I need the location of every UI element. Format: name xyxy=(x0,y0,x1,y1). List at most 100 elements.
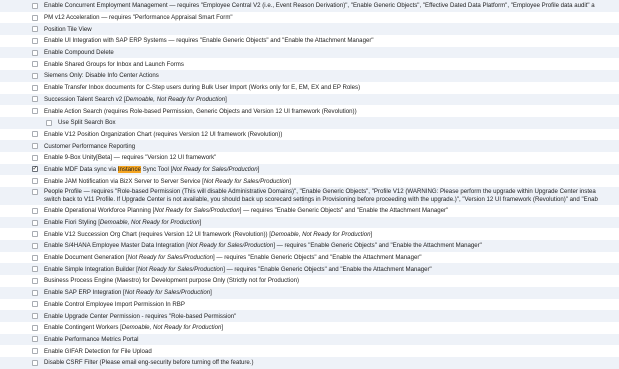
feature-label-line: Enable Upgrade Center Permission - requi… xyxy=(44,313,236,320)
feature-row: Enable JAM Notification via BizX Server … xyxy=(0,175,619,187)
feature-row: Enable Control Employee Import Permissio… xyxy=(0,299,619,311)
feature-checkbox[interactable] xyxy=(32,219,38,226)
feature-row: Enable GIFAR Detection for File Upload xyxy=(0,345,619,357)
feature-checkbox[interactable] xyxy=(32,72,38,79)
feature-label: Disable CSRF Filter (Please email eng-se… xyxy=(44,359,254,366)
feature-checkbox[interactable] xyxy=(46,119,52,126)
feature-label: Enable Contingent Workers [Demoable, Not… xyxy=(44,324,223,331)
feature-label-segment: Enable Shared Groups for Inbox and Launc… xyxy=(44,60,184,68)
feature-label-segment: ] — requires "Enable Generic Objects" an… xyxy=(213,254,422,262)
feature-label-line: Disable CSRF Filter (Please email eng-se… xyxy=(44,359,254,366)
feature-label-segment: ] — requires "Enable Generic Objects" an… xyxy=(239,207,449,215)
feature-checkbox[interactable] xyxy=(32,61,38,68)
feature-label-segment: ] xyxy=(210,289,212,297)
feature-label-segment: Enable V12 Succession Org Chart (require… xyxy=(44,230,271,238)
feature-label: Use Split Search Box xyxy=(58,119,116,126)
feature-checkbox[interactable] xyxy=(32,14,38,21)
feature-checkbox[interactable] xyxy=(32,231,38,238)
feature-checkbox[interactable] xyxy=(32,84,38,91)
feature-checkbox[interactable] xyxy=(32,277,38,284)
feature-checkbox[interactable] xyxy=(32,266,38,273)
feature-checkbox[interactable] xyxy=(32,359,38,366)
feature-label: Enable 9-Box Unity[Beta] — requires "Ver… xyxy=(44,154,216,161)
feature-label-segment: Use Split Search Box xyxy=(58,119,116,127)
feature-label-segment: Not Ready for Sales/Production xyxy=(154,207,240,215)
feature-checkbox[interactable] xyxy=(32,336,38,343)
feature-label-segment: Enable GIFAR Detection for File Upload xyxy=(44,347,152,355)
feature-label-line: Enable GIFAR Detection for File Upload xyxy=(44,348,152,355)
feature-row: Enable 9-Box Unity[Beta] — requires "Ver… xyxy=(0,152,619,164)
feature-label-segment: PM v12 Acceleration — requires "Performa… xyxy=(44,14,233,22)
feature-row: Enable UI Integration with SAP ERP Syste… xyxy=(0,35,619,47)
feature-row: Enable SAP ERP Integration [Not Ready fo… xyxy=(0,286,619,299)
feature-label-segment: Enable 9-Box Unity[Beta] — requires "Ver… xyxy=(44,154,217,162)
feature-label-segment: Enable Fiori Styling [ xyxy=(44,219,100,227)
feature-label-segment: Enable Contingent Workers [ xyxy=(44,324,122,332)
highlighted-text: Instance xyxy=(117,165,141,173)
feature-label-line: Enable Simple Integration Builder [Not R… xyxy=(44,266,432,273)
feature-label: Enable MDF Data sync via Instance Sync T… xyxy=(44,165,259,173)
feature-label-line: Succession Talent Search v2 [Demoable, N… xyxy=(44,96,227,103)
feature-label: Enable Fiori Styling [Demoable, Not Read… xyxy=(44,219,201,226)
feature-label-line: Siemens Only: Disable Info Center Action… xyxy=(44,72,159,79)
feature-checkbox[interactable] xyxy=(32,143,38,150)
feature-label-segment: Not Ready for Sales/Production xyxy=(137,265,224,273)
feature-row: Enable Simple Integration Builder [Not R… xyxy=(0,263,619,276)
feature-checkbox[interactable] xyxy=(32,242,38,249)
feature-label: Position Tile View xyxy=(44,26,92,33)
feature-label-segment: Enable Upgrade Center Permission - requi… xyxy=(44,312,237,320)
feature-label-segment: Enable Simple Integration Builder [ xyxy=(44,265,138,273)
feature-row: Enable Transfer Inbox documents for C-St… xyxy=(0,82,619,94)
feature-label-segment: Enable V12 Position Organization Chart (… xyxy=(44,130,283,138)
feature-label: Business Process Engine (Maestro) for De… xyxy=(44,277,299,284)
feature-label-segment: Enable Action Search (requires Role-base… xyxy=(44,107,357,115)
feature-label-segment: Business Process Engine (Maestro) for De… xyxy=(44,277,300,285)
feature-label-segment: ] — requires "Enable Generic Objects" an… xyxy=(223,265,432,273)
feature-checkbox[interactable] xyxy=(32,154,38,161)
feature-row: Enable V12 Position Organization Chart (… xyxy=(0,129,619,141)
feature-checkbox[interactable] xyxy=(32,37,38,44)
feature-label-segment: Not Ready for Sales/Production xyxy=(203,177,290,185)
feature-label-segment: ] xyxy=(199,219,202,227)
feature-label-line: Enable Action Search (requires Role-base… xyxy=(44,108,357,115)
feature-label: Enable Operational Workforce Planning [N… xyxy=(44,207,448,214)
feature-checkbox[interactable] xyxy=(32,26,38,33)
feature-checkbox[interactable] xyxy=(32,166,38,173)
feature-checkbox[interactable] xyxy=(32,2,38,9)
feature-label: Enable V12 Position Organization Chart (… xyxy=(44,131,282,138)
feature-checkbox[interactable] xyxy=(32,348,38,355)
feature-checkbox[interactable] xyxy=(32,49,38,56)
feature-label-line: Enable Performance Metrics Portal xyxy=(44,336,139,343)
feature-label-segment: Enable SAP ERP Integration [ xyxy=(44,289,125,297)
feature-checkbox[interactable] xyxy=(32,301,38,308)
feature-label: Enable Upgrade Center Permission - requi… xyxy=(44,313,236,320)
feature-row: Siemens Only: Disable Info Center Action… xyxy=(0,70,619,82)
feature-checkbox[interactable] xyxy=(32,313,38,320)
feature-checkbox[interactable] xyxy=(32,207,38,214)
feature-label-segment: Enable Document Generation [ xyxy=(44,254,128,262)
feature-label: Enable V12 Succession Org Chart (require… xyxy=(44,231,372,238)
feature-checkbox[interactable] xyxy=(32,189,38,195)
feature-checkbox[interactable] xyxy=(32,289,38,296)
feature-row: Enable V12 Succession Org Chart (require… xyxy=(0,228,619,240)
feature-label-line: Enable Transfer Inbox documents for C-St… xyxy=(44,84,360,91)
feature-label-line: Enable Operational Workforce Planning [N… xyxy=(44,207,448,214)
feature-label: Enable Action Search (requires Role-base… xyxy=(44,108,357,115)
feature-checkbox[interactable] xyxy=(32,96,38,103)
feature-checkbox[interactable] xyxy=(32,178,38,185)
feature-label-segment: Customer Performance Reporting xyxy=(44,142,136,150)
feature-label: Siemens Only: Disable Info Center Action… xyxy=(44,72,159,79)
feature-checkbox[interactable] xyxy=(32,254,38,261)
feature-checkbox[interactable] xyxy=(32,108,38,115)
feature-row: Enable Upgrade Center Permission - requi… xyxy=(0,310,619,322)
feature-label-segment: Enable MDF Data sync via xyxy=(44,165,118,173)
feature-label: Enable Document Generation [Not Ready fo… xyxy=(44,254,422,261)
feature-row: Customer Performance Reporting xyxy=(0,140,619,152)
feature-label-line: Enable V12 Succession Org Chart (require… xyxy=(44,231,372,238)
feature-settings-list: Enable Concurrent Employment Management … xyxy=(0,0,619,369)
feature-checkbox[interactable] xyxy=(32,131,38,138)
feature-row: Enable Document Generation [Not Ready fo… xyxy=(0,252,619,264)
feature-checkbox[interactable] xyxy=(32,324,38,331)
feature-label: Enable Concurrent Employment Management … xyxy=(44,2,595,9)
feature-row: Enable Shared Groups for Inbox and Launc… xyxy=(0,58,619,70)
